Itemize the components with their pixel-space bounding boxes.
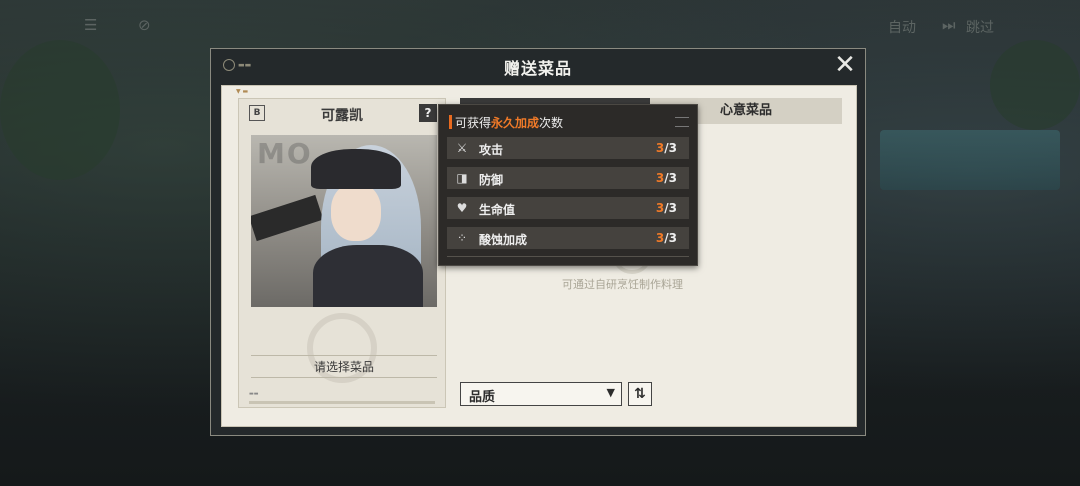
paper-tag-icon: ▼ ▬ — [236, 88, 249, 95]
card-footer-deco: ▬▬ — [249, 391, 259, 397]
row-label: 生命值 — [479, 203, 516, 217]
quality-label: 品质 — [469, 390, 496, 405]
tooltip-row-attack: ⚔ 攻击 3/3 — [447, 137, 689, 159]
tooltip-row-defense: ◨ 防御 3/3 — [447, 167, 689, 189]
heart-icon: ♥ — [456, 201, 468, 215]
tooltip-row-corrosion: ⁘ 酸蚀加成 3/3 — [447, 227, 689, 249]
character-card: B 可露凯 ? MO 请选择菜品 ▬▬ — [238, 98, 446, 408]
tooltip-row-hp: ♥ 生命值 3/3 — [447, 197, 689, 219]
select-dish-slot[interactable]: 请选择菜品 — [251, 355, 437, 378]
tooltip-divider — [447, 256, 689, 257]
tooltip-deco-icon — [675, 117, 689, 127]
skip-icon[interactable]: ⏭ — [942, 16, 956, 34]
skip-button[interactable]: 跳过 — [966, 17, 994, 37]
tooltip-title: 可获得永久加成次数 — [455, 116, 564, 130]
caret-down-icon: ▼ — [606, 386, 615, 399]
tooltip-accent — [449, 115, 452, 129]
quality-dropdown[interactable]: 品质 ▼ — [460, 382, 622, 406]
row-value: 3/3 — [655, 171, 677, 185]
row-label: 防御 — [479, 173, 504, 187]
card-footer-bar — [249, 401, 435, 404]
eye-off-icon[interactable]: ⊘ — [138, 16, 151, 34]
character-portrait: MO — [251, 135, 437, 307]
portrait-weapon — [251, 194, 324, 242]
corrosion-icon: ⁘ — [456, 231, 468, 245]
row-label: 攻击 — [479, 143, 504, 157]
portrait-body — [313, 245, 423, 307]
background-plant — [0, 40, 120, 180]
character-name: 可露凯 — [321, 108, 363, 124]
close-icon[interactable]: ✕ — [831, 51, 859, 79]
shield-icon: ◨ — [456, 171, 468, 185]
dialog-header: ▬▬ 赠送菜品 ✕ — [211, 49, 865, 83]
bonus-tooltip: 可获得永久加成次数 ⚔ 攻击 3/3 ◨ 防御 3/3 ♥ 生命值 3/3 ⁘ … — [438, 104, 698, 266]
row-label: 酸蚀加成 — [479, 233, 528, 247]
attack-icon: ⚔ — [456, 141, 468, 155]
portrait-backdrop-lettering: MO — [257, 137, 313, 170]
background-plant — [990, 40, 1080, 130]
dialog-title: 赠送菜品 — [503, 59, 572, 78]
help-button[interactable]: ? — [419, 104, 437, 122]
list-icon[interactable]: ☰ — [84, 16, 97, 34]
auto-button[interactable]: 自动 — [888, 17, 916, 37]
portrait-face — [331, 183, 381, 241]
row-value: 3/3 — [655, 231, 677, 245]
row-value: 3/3 — [655, 141, 677, 155]
sort-icon: ⇅ — [634, 386, 646, 402]
row-value: 3/3 — [655, 201, 677, 215]
portrait-cap — [311, 149, 401, 189]
sort-button[interactable]: ⇅ — [628, 382, 652, 406]
background-pool — [880, 130, 1060, 190]
empty-hint-text: 可通过自研烹饪制作料理 — [562, 278, 683, 291]
